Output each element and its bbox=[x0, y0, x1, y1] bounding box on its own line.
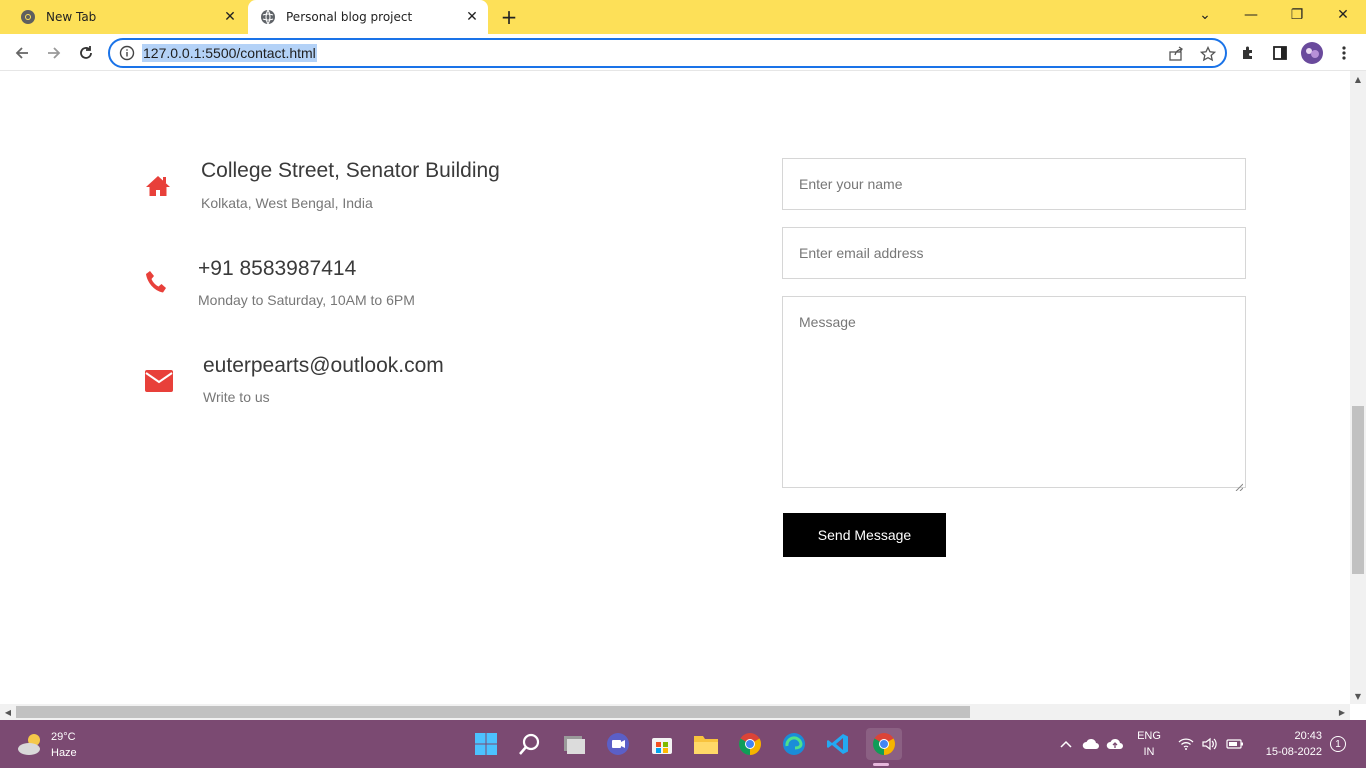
notification-badge[interactable]: 1 bbox=[1330, 736, 1346, 752]
email-title: euterpearts@outlook.com bbox=[203, 354, 444, 377]
send-message-button[interactable]: Send Message bbox=[783, 513, 946, 557]
vscode-icon[interactable] bbox=[822, 728, 854, 760]
scroll-up-arrow-icon[interactable]: ▲ bbox=[1350, 71, 1366, 87]
phone-icon bbox=[145, 270, 167, 299]
tab-label: Personal blog project bbox=[286, 10, 413, 24]
scroll-down-arrow-icon[interactable]: ▼ bbox=[1350, 688, 1366, 704]
bookmark-star-icon[interactable] bbox=[1198, 44, 1218, 64]
phone-subtitle: Monday to Saturday, 10AM to 6PM bbox=[198, 292, 415, 308]
cloudy-sun-icon bbox=[18, 734, 40, 755]
vertical-scrollbar[interactable]: ▲ ▼ bbox=[1350, 71, 1366, 704]
name-input[interactable]: Enter your name bbox=[782, 158, 1246, 210]
page-content: College Street, Senator Building Kolkata… bbox=[0, 71, 1350, 704]
email-subtitle: Write to us bbox=[203, 389, 270, 405]
wifi-icon[interactable] bbox=[1176, 728, 1196, 760]
volume-icon[interactable] bbox=[1200, 728, 1220, 760]
vertical-scroll-thumb[interactable] bbox=[1352, 406, 1364, 574]
minimize-button[interactable]: — bbox=[1228, 0, 1274, 30]
search-icon[interactable] bbox=[514, 728, 546, 760]
side-panel-icon[interactable] bbox=[1267, 40, 1293, 66]
horizontal-scroll-thumb[interactable] bbox=[16, 706, 970, 718]
scroll-right-arrow-icon[interactable]: ▶ bbox=[1334, 704, 1350, 720]
envelope-icon bbox=[145, 370, 173, 397]
chrome-icon bbox=[20, 9, 36, 25]
cloud-upload-icon[interactable] bbox=[1104, 728, 1126, 760]
tab-personal-blog[interactable]: Personal blog project ✕ bbox=[248, 0, 488, 34]
share-icon[interactable] bbox=[1166, 44, 1186, 64]
site-info-icon[interactable] bbox=[119, 45, 135, 61]
tab-label: New Tab bbox=[46, 10, 97, 24]
restore-button[interactable]: ❐ bbox=[1274, 0, 1320, 30]
name-placeholder: Enter your name bbox=[799, 176, 903, 192]
weather-widget[interactable] bbox=[16, 730, 46, 758]
clock-date: 15-08-2022 bbox=[1265, 746, 1322, 758]
tab-new-tab[interactable]: New Tab ✕ bbox=[8, 0, 246, 34]
weather-condition: Haze bbox=[51, 747, 77, 759]
phone-title: +91 8583987414 bbox=[198, 257, 357, 280]
battery-icon[interactable] bbox=[1224, 728, 1246, 760]
message-placeholder: Message bbox=[799, 314, 856, 330]
forward-arrow-icon[interactable] bbox=[41, 40, 67, 66]
chrome-app-icon[interactable] bbox=[734, 728, 766, 760]
close-window-button[interactable]: ✕ bbox=[1320, 0, 1366, 30]
chrome-active-app-icon[interactable] bbox=[866, 728, 902, 760]
task-view-icon[interactable] bbox=[558, 728, 590, 760]
reload-icon[interactable] bbox=[73, 40, 99, 66]
profile-avatar[interactable] bbox=[1299, 40, 1325, 66]
chevron-up-icon[interactable] bbox=[1056, 728, 1076, 760]
address-title: College Street, Senator Building bbox=[201, 159, 500, 182]
resize-handle-icon[interactable] bbox=[1235, 477, 1244, 492]
close-tab-icon[interactable]: ✕ bbox=[220, 7, 240, 27]
url-text[interactable]: 127.0.0.1:5500/contact.html bbox=[142, 44, 317, 62]
new-tab-button[interactable]: + bbox=[498, 5, 520, 29]
tab-search-icon[interactable]: ⌄ bbox=[1182, 0, 1228, 30]
kebab-menu-icon[interactable] bbox=[1331, 40, 1357, 66]
close-tab-icon[interactable]: ✕ bbox=[462, 7, 482, 27]
browser-tab-strip: New Tab ✕ Personal blog project ✕ + ⌄ — … bbox=[0, 0, 1366, 34]
back-arrow-icon[interactable] bbox=[9, 40, 35, 66]
system-clock[interactable]: 20:43 15-08-2022 bbox=[1252, 728, 1322, 760]
active-app-indicator bbox=[873, 763, 889, 766]
windows-start-icon[interactable] bbox=[470, 728, 502, 760]
email-placeholder: Enter email address bbox=[799, 245, 924, 261]
message-textarea[interactable]: Message bbox=[782, 296, 1246, 492]
home-icon bbox=[145, 175, 171, 202]
file-explorer-icon[interactable] bbox=[690, 728, 722, 760]
scroll-left-arrow-icon[interactable]: ◀ bbox=[0, 704, 16, 720]
microsoft-store-icon[interactable] bbox=[646, 728, 678, 760]
region-code: IN bbox=[1143, 746, 1155, 758]
address-bar[interactable]: 127.0.0.1:5500/contact.html bbox=[108, 38, 1227, 68]
browser-toolbar: 127.0.0.1:5500/contact.html bbox=[0, 34, 1366, 71]
extensions-puzzle-icon[interactable] bbox=[1235, 40, 1261, 66]
email-input[interactable]: Enter email address bbox=[782, 227, 1246, 279]
clock-time: 20:43 bbox=[1294, 730, 1322, 742]
onedrive-icon[interactable] bbox=[1080, 728, 1102, 760]
language-code: ENG bbox=[1137, 730, 1161, 742]
windows-taskbar: 29°C Haze ENG IN 20:43 15-08-2022 1 bbox=[0, 720, 1366, 768]
weather-temp: 29°C bbox=[51, 731, 76, 743]
horizontal-scrollbar[interactable]: ◀ ▶ bbox=[0, 704, 1350, 720]
language-indicator[interactable]: ENG IN bbox=[1134, 728, 1164, 760]
address-subtitle: Kolkata, West Bengal, India bbox=[201, 195, 373, 211]
globe-icon bbox=[260, 9, 276, 25]
edge-icon[interactable] bbox=[778, 728, 810, 760]
teams-chat-icon[interactable] bbox=[602, 728, 634, 760]
